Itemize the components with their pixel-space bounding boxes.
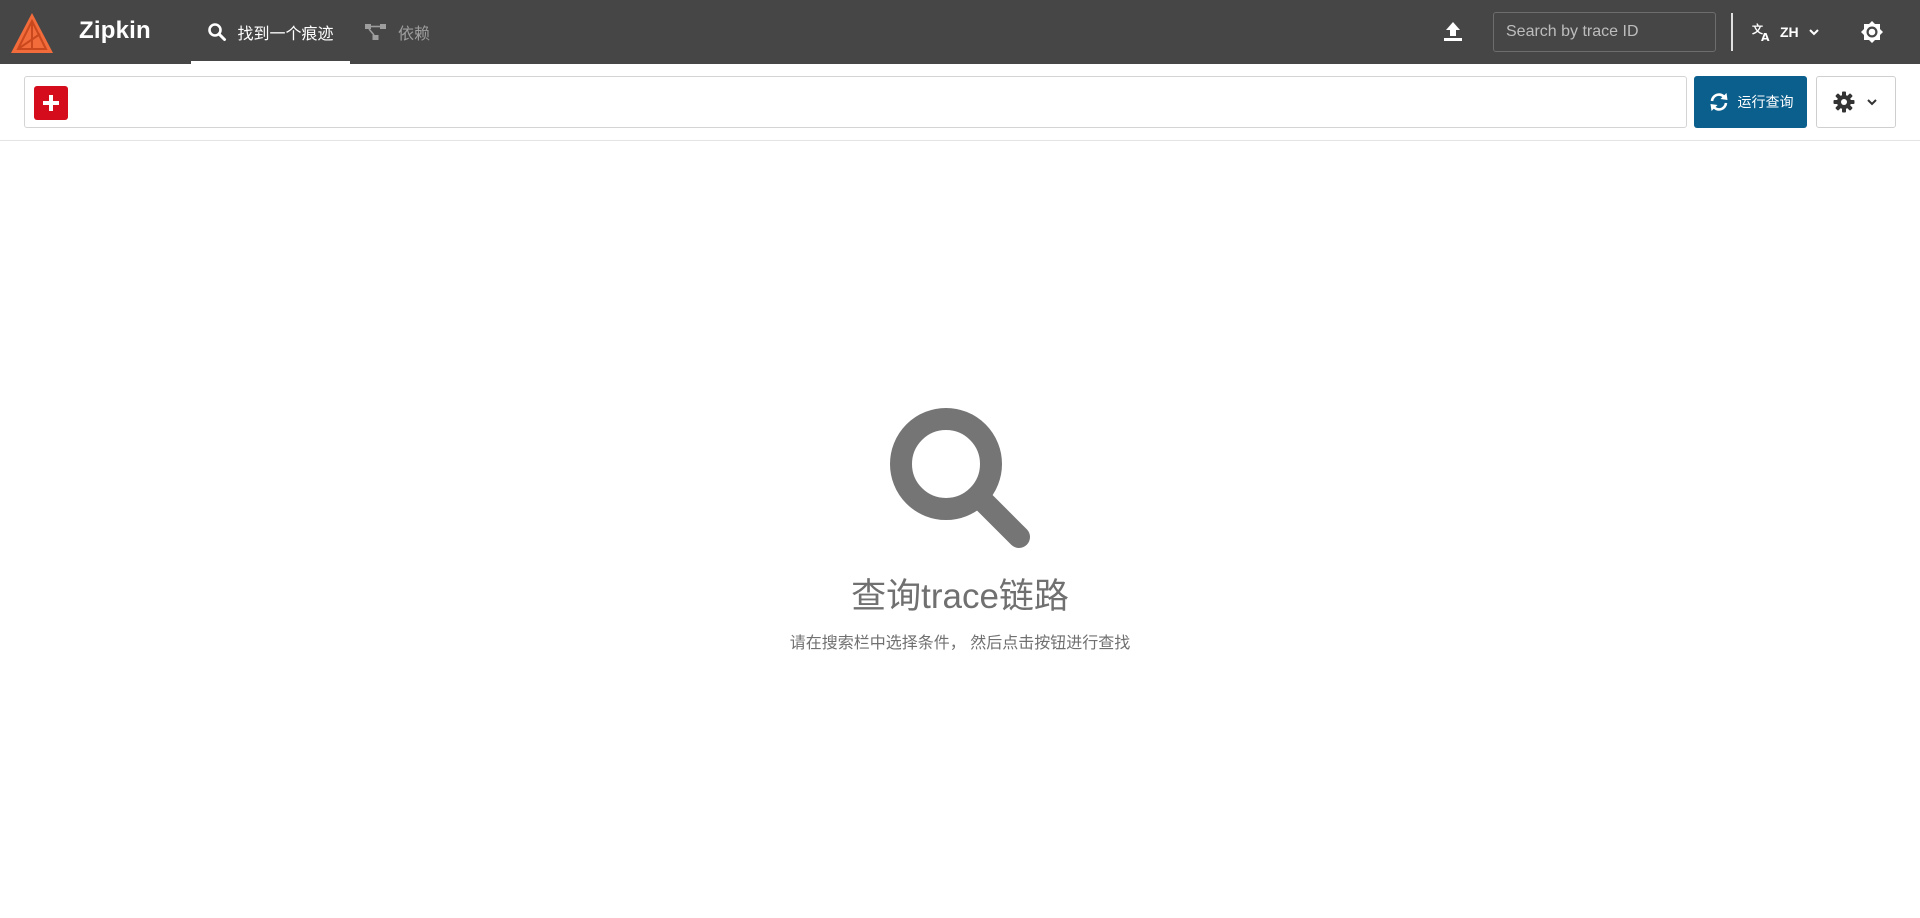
gear-icon [1833, 91, 1855, 113]
language-selector[interactable]: 文 A ZH [1752, 20, 1821, 44]
run-query-button[interactable]: 运行查询 [1694, 76, 1807, 128]
tab-find-trace[interactable]: 找到一个痕迹 [191, 0, 350, 64]
svg-text:A: A [1761, 31, 1770, 42]
tab-dependencies-label: 依赖 [398, 26, 431, 43]
search-criteria-box[interactable] [24, 76, 1687, 128]
settings-button[interactable] [1816, 76, 1896, 128]
translate-icon: 文 A [1752, 22, 1770, 42]
brand-title[interactable]: Zipkin [79, 17, 151, 45]
trace-id-search-input[interactable] [1493, 12, 1716, 52]
header-divider [1731, 13, 1733, 51]
upload-icon[interactable] [1441, 20, 1465, 44]
search-icon [208, 23, 227, 41]
dependency-graph-icon [365, 24, 386, 40]
language-label: ZH [1780, 24, 1799, 40]
tab-find-trace-label: 找到一个痕迹 [237, 26, 334, 43]
tab-dependencies[interactable]: 依赖 [364, 0, 430, 64]
plus-icon [43, 95, 59, 111]
add-criteria-button[interactable] [34, 86, 68, 120]
chevron-down-icon [1808, 29, 1819, 36]
app-header: Zipkin 找到一个痕迹 依赖 文 A ZH [0, 0, 1920, 64]
run-query-label: 运行查询 [1737, 94, 1794, 110]
empty-state-title: 查询trace链路 [851, 577, 1069, 616]
refresh-icon [1710, 93, 1727, 111]
search-bar: 运行查询 [0, 64, 1920, 141]
magnifier-icon [890, 408, 1030, 548]
empty-state-subtitle: 请在搜索栏中选择条件， 然后点击按钮进行查找 [789, 635, 1131, 652]
theme-toggle-icon[interactable] [1860, 20, 1884, 44]
zipkin-logo-icon[interactable] [10, 12, 54, 54]
chevron-down-icon [1867, 99, 1877, 106]
